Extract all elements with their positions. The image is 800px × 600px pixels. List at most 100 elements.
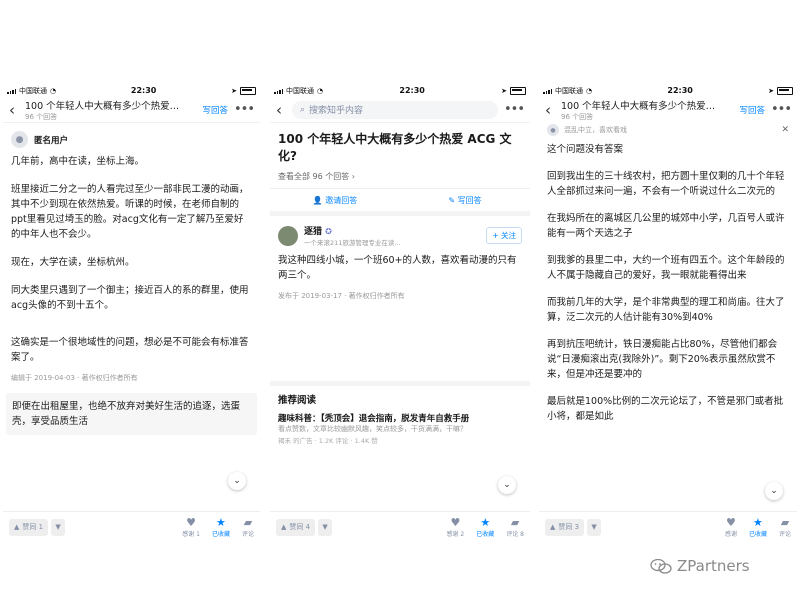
comment-button[interactable]: ▰ 评论 xyxy=(779,516,791,538)
watermark: ZPartners xyxy=(650,557,750,575)
close-icon[interactable]: ✕ xyxy=(781,125,789,135)
upvote-button[interactable]: ▲ 赞同 1 xyxy=(9,518,49,536)
thanks-button[interactable]: ♥ 感谢 xyxy=(725,515,737,538)
avatar[interactable] xyxy=(278,225,298,246)
answer-paragraph: 这确实是一个很地域性的问题，想必是不可能会有标准答案了。 xyxy=(11,337,249,363)
answer-body: 这个问题没有答案 回到我出生的三十线农村，把方圆十里仅剩的几十个年轻人全部抓过来… xyxy=(539,136,797,426)
thanks-button[interactable]: ♥ 感谢 1 xyxy=(182,515,200,538)
question-title[interactable]: 100 个年轻人中大概有多少个热爱… xyxy=(561,98,733,112)
collect-button[interactable]: ★ 已收藏 xyxy=(212,515,230,538)
nav-title-block[interactable]: 100 个年轻人中大概有多少个热爱… 96 个回答 xyxy=(561,98,733,122)
recommended-article-meta: 褐禾 的广告 · 1.2K 评论 · 1.4K 赞 xyxy=(278,437,378,445)
collapse-fab-icon[interactable]: ⌄ xyxy=(765,482,783,500)
signal-icon xyxy=(543,88,552,94)
recommended-article-desc[interactable]: 看点赞数，文章比较幽默风趣，笑点较多，干货满满，干嘛？ xyxy=(270,424,530,434)
author-name[interactable]: 匿名用户 xyxy=(34,134,68,146)
answer-paragraph: 我这种四线小城，一个班60+的人数，喜欢看动漫的只有两三个。 xyxy=(278,255,517,281)
comment-icon: ▰ xyxy=(243,515,253,529)
thanks-button[interactable]: ♥ 感谢 2 xyxy=(447,516,465,538)
more-icon[interactable]: ••• xyxy=(504,102,525,117)
carrier-label: 中国联通 xyxy=(286,86,314,95)
answer-meta: 编辑于 2019-04-03 · 著作权归作者所有 xyxy=(11,374,138,382)
question-actions: 👤 邀请回答 ✎ 写回答 xyxy=(270,188,530,216)
comment-button[interactable]: ▰ 评论 xyxy=(242,515,254,538)
search-icon: ⌕ xyxy=(300,104,306,115)
star-icon: ★ xyxy=(753,515,763,529)
collect-button[interactable]: ★ 已收藏 xyxy=(749,515,767,538)
middle-phone-screen: 中国联通 ◔ 22:30 ➤ ‹ ⌕ 搜索知乎内容 ••• 100 个年轻人中大… xyxy=(270,84,530,542)
status-bar: 中国联通 ◔ 22:30 ➤ xyxy=(539,84,797,97)
location-icon: ➤ xyxy=(501,86,507,95)
upvote-count: 赞同 4 xyxy=(289,523,311,531)
downvote-button[interactable]: ▼ xyxy=(587,518,602,536)
ad-card[interactable]: 即便在出租屋里，也绝不放弃对美好生活的追逐，选蛋壳，享受品质生活 xyxy=(6,393,257,435)
author-row[interactable]: ● 匿名用户 xyxy=(3,123,260,152)
follow-button[interactable]: + 关注 xyxy=(486,227,522,244)
view-all-answers-link[interactable]: 查看全部 96 个回答 › xyxy=(270,169,530,188)
answer-paragraph: 最后就是100%比例的二次元论坛了，不管是邪门或者批小将，都是如此 xyxy=(547,396,784,422)
question-title[interactable]: 100 个年轻人中大概有多少个热爱 ACG 文化? xyxy=(270,123,530,169)
author-row[interactable]: ● 混乱中立，喜欢看戏 ✕ xyxy=(539,122,797,136)
recommended-article-title[interactable]: 趣味科普：【秃顶会】退会指南，脱发青年自救手册 xyxy=(270,408,530,424)
wifi-icon: ◔ xyxy=(50,86,57,95)
location-icon: ➤ xyxy=(231,86,237,95)
comment-button[interactable]: ▰ 评论 8 xyxy=(506,516,524,538)
ad-text[interactable]: 即便在出租屋里，也绝不放弃对美好生活的追逐，选蛋壳，享受品质生活 xyxy=(12,401,240,427)
back-icon[interactable]: ‹ xyxy=(276,101,286,119)
answer-count: 96 个回答 xyxy=(561,112,594,121)
heart-icon: ♥ xyxy=(186,515,197,529)
wifi-icon: ◔ xyxy=(586,86,593,95)
invite-answer-button[interactable]: 👤 邀请回答 xyxy=(270,195,400,206)
answer-paragraph: 同大类里只遇到了一个御主；接近百人的系的群里，使用acg头像的不到十五个。 xyxy=(11,285,249,311)
author-description: 混乱中立，喜欢看戏 xyxy=(564,126,627,134)
signal-icon xyxy=(7,88,16,94)
star-icon: ★ xyxy=(480,515,491,529)
answer-meta: 发布于 2019-03-17 · 著作权归作者所有 xyxy=(278,292,405,300)
back-icon[interactable]: ‹ xyxy=(9,101,19,119)
upvote-count: 赞同 1 xyxy=(22,523,44,531)
write-answer-button[interactable]: 写回答 xyxy=(202,104,228,116)
question-title[interactable]: 100 个年轻人中大概有多少个热爱… xyxy=(25,98,196,112)
author-info: 逐猎 ✪ 一个来滚211旅游管理专业在读... xyxy=(304,224,401,247)
downvote-button[interactable]: ▼ xyxy=(318,518,333,536)
answer-paragraph: 到我爹的县里二中，大约一个班有四五个。这个年龄段的人不属于隐藏自己的爱好，我一眼… xyxy=(547,255,785,281)
wechat-logo-icon xyxy=(650,558,672,574)
more-icon[interactable]: ••• xyxy=(234,102,255,117)
collect-button[interactable]: ★ 已收藏 xyxy=(476,515,494,538)
author-row[interactable]: 逐猎 ✪ 一个来滚211旅游管理专业在读... + 关注 xyxy=(270,216,530,251)
answer-paragraph: 而我前几年的大学，是个非常典型的理工和尚庙。往大了算，泛二次元的人估计能有30%… xyxy=(547,297,785,323)
signal-icon xyxy=(274,88,283,94)
edit-icon: ✎ xyxy=(448,195,456,205)
heart-icon: ♥ xyxy=(726,515,736,529)
location-icon: ➤ xyxy=(768,86,774,95)
top-nav: ‹ 100 个年轻人中大概有多少个热爱… 96 个回答 写回答 ••• xyxy=(539,97,797,122)
author-name[interactable]: 逐猎 ✪ xyxy=(304,224,401,237)
avatar[interactable]: ● xyxy=(547,124,559,136)
downvote-button[interactable]: ▼ xyxy=(51,518,66,536)
nav-title-block[interactable]: 100 个年轻人中大概有多少个热爱… 96 个回答 xyxy=(25,98,196,122)
bottom-action-bar: ▲ 赞同 1 ▼ ♥ 感谢 1 ★ 已收藏 ▰ 评论 xyxy=(3,511,260,542)
answer-body: 我这种四线小城，一个班60+的人数，喜欢看动漫的只有两三个。 xyxy=(270,251,530,291)
left-phone-screen: 中国联通 ◔ 22:30 ➤ ‹ 100 个年轻人中大概有多少个热爱… 96 个… xyxy=(3,84,260,542)
answer-paragraph: 现在，大学在读，坐标杭州。 xyxy=(11,257,135,268)
search-input[interactable]: ⌕ 搜索知乎内容 xyxy=(292,100,498,119)
clock: 22:30 xyxy=(399,86,425,95)
avatar[interactable]: ● xyxy=(11,131,28,148)
write-answer-button[interactable]: ✎ 写回答 xyxy=(400,195,530,206)
star-icon: ★ xyxy=(216,515,226,529)
upvote-button[interactable]: ▲ 赞同 4 xyxy=(276,518,316,536)
answer-paragraph: 再到抗压吧统计，铁日漫痴能占比80%，尽管他们都会说“日漫痴滚出克(我除外)”。… xyxy=(547,339,778,380)
right-phone-screen: 中国联通 ◔ 22:30 ➤ ‹ 100 个年轻人中大概有多少个热爱… 96 个… xyxy=(539,84,797,542)
write-answer-button[interactable]: 写回答 xyxy=(739,104,765,116)
more-icon[interactable]: ••• xyxy=(771,102,792,117)
battery-icon xyxy=(509,86,526,95)
carrier-label: 中国联通 xyxy=(555,86,583,95)
search-placeholder: 搜索知乎内容 xyxy=(309,106,364,116)
back-icon[interactable]: ‹ xyxy=(545,101,555,119)
bottom-action-bar: ▲ 赞同 4 ▼ ♥ 感谢 2 ★ 已收藏 ▰ 评论 8 xyxy=(270,511,530,542)
clock: 22:30 xyxy=(667,86,693,95)
upvote-button[interactable]: ▲ 赞同 3 xyxy=(545,518,585,536)
collapse-fab-icon[interactable]: ⌄ xyxy=(498,476,516,494)
collapse-fab-icon[interactable]: ⌄ xyxy=(228,472,246,490)
recommended-heading: 推荐阅读 xyxy=(278,395,317,406)
